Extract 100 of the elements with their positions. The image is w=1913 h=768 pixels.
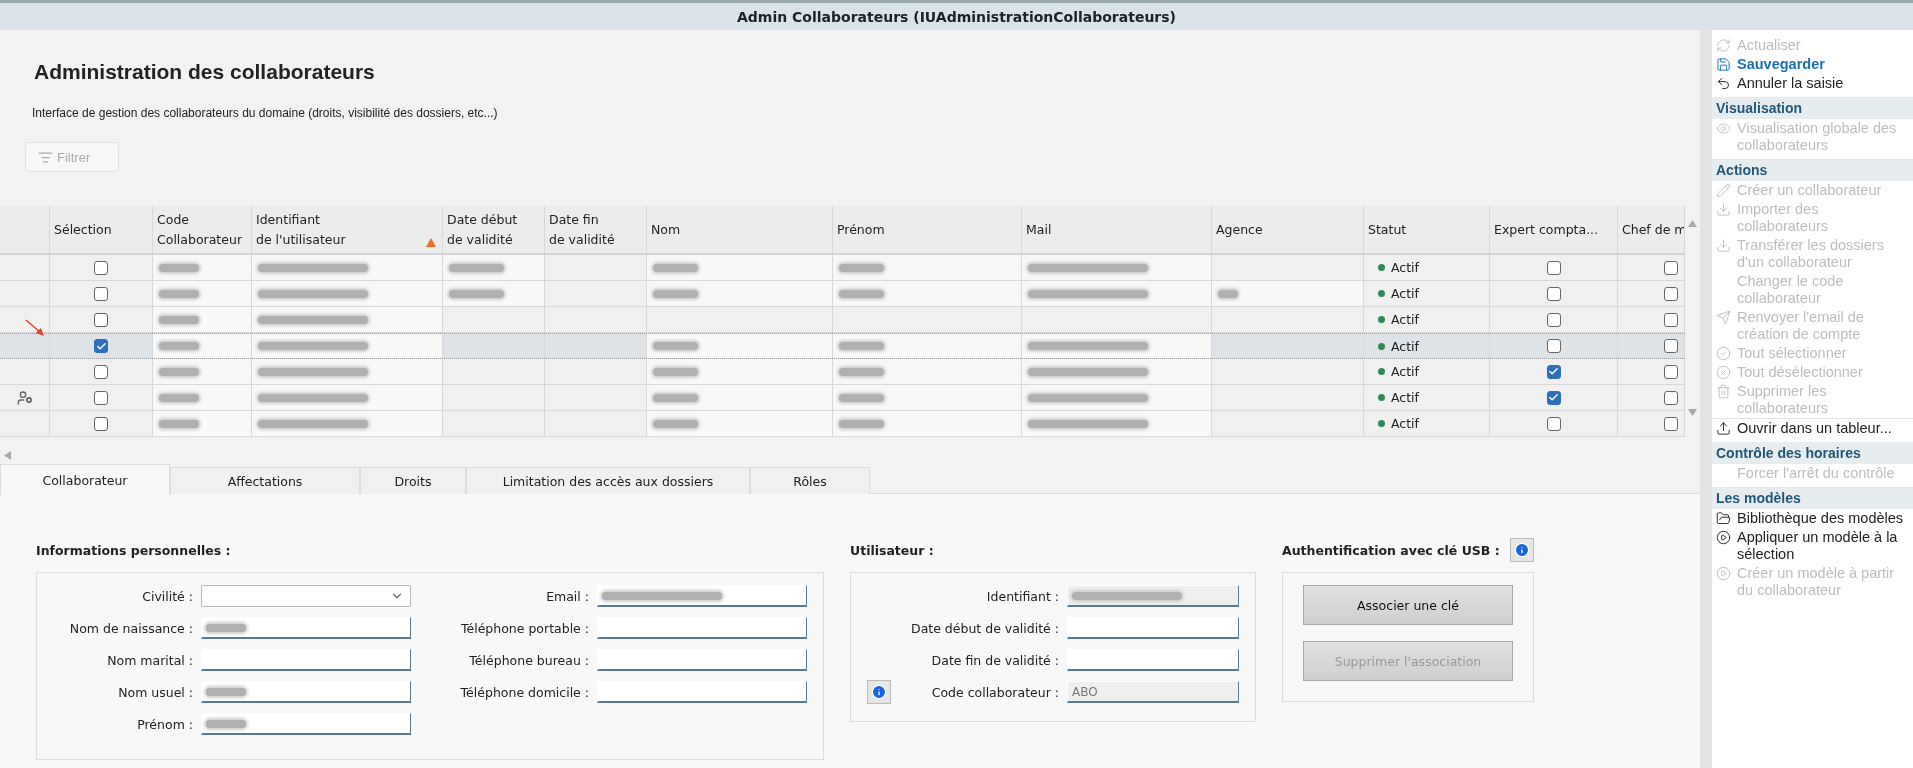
- column-header[interactable]: Nom: [651, 219, 681, 240]
- action-icon: [1716, 310, 1731, 325]
- page-title: Administration des collaborateurs: [34, 60, 376, 84]
- action-icon: [1716, 511, 1731, 526]
- field-label: Date début de validité :: [910, 620, 1059, 636]
- column-header[interactable]: Statut: [1368, 219, 1407, 240]
- info-icon: [1513, 542, 1530, 558]
- column-header[interactable]: Identifiant de l'utilisateur: [256, 209, 346, 250]
- text-field[interactable]: [201, 617, 411, 639]
- action-icon: [1716, 346, 1731, 361]
- field-label: Prénom :: [136, 716, 193, 732]
- checkbox[interactable]: [1546, 416, 1561, 431]
- field-label: Téléphone bureau :: [468, 652, 589, 668]
- status-label: Actif: [1391, 390, 1419, 405]
- status-dot: [1378, 368, 1385, 375]
- status-dot: [1378, 342, 1385, 350]
- panel-action[interactable]: Appliquer un modèle à la sélection: [1712, 528, 1913, 564]
- field-label: Email :: [545, 588, 589, 604]
- checkbox[interactable]: [1664, 416, 1678, 431]
- panel-action[interactable]: Bibliothèque des modèles: [1712, 509, 1913, 528]
- checkbox[interactable]: [94, 416, 108, 431]
- tab[interactable]: Affectations: [170, 467, 360, 494]
- checkbox[interactable]: [1664, 286, 1678, 301]
- section-title: Utilisateur :: [850, 541, 935, 560]
- panel-section-title: Actions: [1712, 159, 1913, 181]
- page-subtitle: Interface de gestion des collaborateurs du domaine (droits, visibilité des dossiers, etc...): [32, 106, 499, 120]
- text-field[interactable]: [597, 617, 807, 639]
- panel-section-title: Contrôle des horaires: [1712, 442, 1913, 464]
- redacted-text: [206, 687, 246, 696]
- checkbox[interactable]: [1664, 390, 1678, 405]
- checkbox[interactable]: [1546, 312, 1561, 327]
- status-label: Actif: [1391, 286, 1419, 301]
- tab[interactable]: Limitation des accès aux dossiers: [466, 467, 750, 494]
- tab[interactable]: Rôles: [750, 467, 870, 494]
- checkbox[interactable]: [1546, 260, 1561, 275]
- tab[interactable]: Droits: [360, 467, 466, 494]
- text-field[interactable]: [597, 585, 807, 607]
- column-header[interactable]: Sélection: [54, 219, 112, 240]
- column-header[interactable]: Prénom: [837, 219, 885, 240]
- column-header[interactable]: Agence: [1216, 219, 1263, 240]
- annotation-arrow: [24, 318, 46, 338]
- tab[interactable]: Collaborateur: [0, 464, 170, 495]
- checkbox[interactable]: [1546, 339, 1561, 353]
- redacted-text: [206, 719, 246, 728]
- action-icon: [1716, 57, 1731, 72]
- status-dot: [1378, 290, 1385, 297]
- action-icon: [1716, 566, 1731, 581]
- action-icon: [1716, 384, 1731, 399]
- redacted-text: [206, 623, 246, 632]
- checkbox[interactable]: [1546, 390, 1561, 405]
- action-icon: [1716, 421, 1731, 436]
- field-label: Date fin de validité :: [930, 652, 1059, 668]
- window-title: Admin Collaborateurs (IUAdministrationCollaborateurs): [0, 0, 1913, 30]
- info-button[interactable]: [1509, 538, 1534, 562]
- checkbox[interactable]: [1546, 286, 1561, 301]
- checkbox[interactable]: [94, 339, 108, 353]
- panel-action[interactable]: Annuler la saisie: [1712, 74, 1913, 93]
- checkbox[interactable]: [94, 390, 108, 405]
- field-label: Nom usuel :: [117, 684, 193, 700]
- column-header[interactable]: Date fin de validité: [549, 209, 615, 250]
- status-dot: [1378, 264, 1385, 271]
- info-button[interactable]: [867, 680, 891, 704]
- text-field[interactable]: [201, 681, 411, 703]
- checkbox[interactable]: [94, 312, 108, 327]
- checkbox[interactable]: [1664, 364, 1678, 379]
- panel-action[interactable]: Ouvrir dans un tableur...: [1712, 418, 1913, 438]
- checkbox[interactable]: [1546, 364, 1561, 379]
- usb-auth-title: Authentification avec clé USB :: [1282, 542, 1500, 558]
- usb-key-button[interactable]: Associer une clé: [1303, 585, 1513, 625]
- checkbox[interactable]: [94, 286, 108, 301]
- checkbox[interactable]: [1664, 339, 1678, 353]
- field-label: Téléphone domicile :: [459, 684, 589, 700]
- column-header[interactable]: Date début de validité: [447, 209, 518, 250]
- column-header[interactable]: Code Collaborateur: [157, 209, 243, 250]
- checkbox[interactable]: [94, 260, 108, 275]
- checkbox[interactable]: [1664, 312, 1678, 327]
- text-field[interactable]: [1067, 617, 1239, 639]
- column-header[interactable]: Mail: [1026, 219, 1052, 240]
- action-icon: [1716, 238, 1731, 253]
- text-field[interactable]: [201, 649, 411, 671]
- text-field[interactable]: [597, 681, 807, 703]
- action-icon: [1716, 38, 1731, 53]
- action-icon: [1716, 76, 1731, 91]
- status-dot: [1378, 316, 1385, 323]
- panel-action[interactable]: Sauvegarder: [1712, 55, 1913, 74]
- field-label: Nom de naissance :: [68, 620, 193, 636]
- checkbox[interactable]: [94, 364, 108, 379]
- text-field[interactable]: [1067, 585, 1239, 607]
- info-icon: [871, 684, 887, 700]
- checkbox[interactable]: [1664, 260, 1678, 275]
- action-icon: [1716, 530, 1731, 545]
- status-dot: [1378, 394, 1385, 401]
- section-title: Informations personnelles :: [36, 541, 232, 560]
- status-label: Actif: [1391, 338, 1419, 354]
- text-field[interactable]: [201, 713, 411, 735]
- text-field[interactable]: [1067, 649, 1239, 671]
- column-header[interactable]: Expert compta...: [1494, 219, 1599, 240]
- text-field[interactable]: ABO: [1067, 681, 1239, 703]
- text-field[interactable]: [597, 649, 807, 671]
- field-label: Code collaborateur :: [930, 684, 1059, 700]
